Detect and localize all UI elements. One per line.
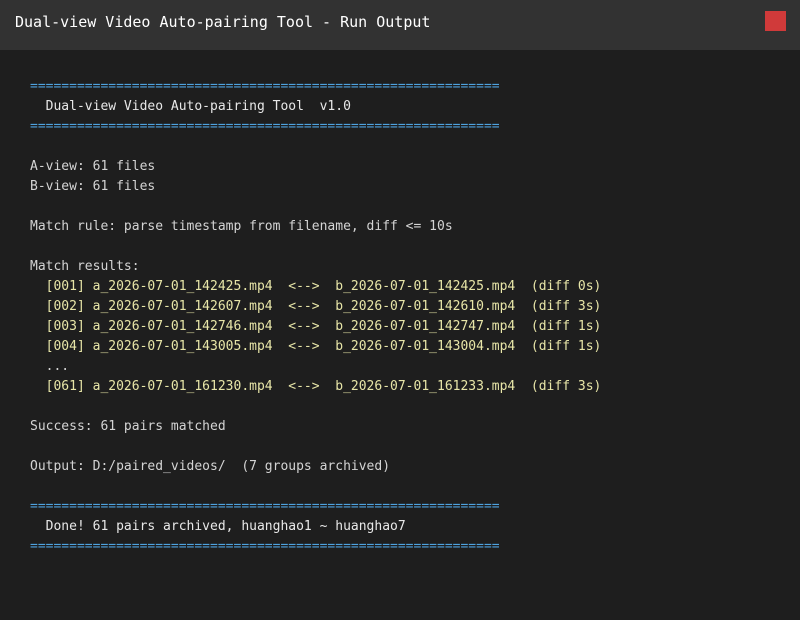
pair-line: [001] a_2026-07-01_142425.mp4 <--> b_202…	[30, 279, 602, 294]
b-view-count: B-view: 61 files	[30, 179, 156, 194]
separator-line: ========================================…	[30, 539, 500, 554]
output-path: Output: D:/paired_videos/ (7 groups arch…	[30, 459, 391, 474]
separator-line: ========================================…	[30, 119, 500, 134]
run-output-window: Dual-view Video Auto-pairing Tool - Run …	[0, 0, 800, 620]
terminal-output: ========================================…	[30, 77, 790, 557]
header-title: Dual-view Video Auto-pairing Tool v1.0	[30, 99, 351, 114]
success-message: Success: 61 pairs matched	[30, 419, 226, 434]
pair-line: [003] a_2026-07-01_142746.mp4 <--> b_202…	[30, 319, 602, 334]
close-icon[interactable]	[765, 11, 786, 31]
match-rule: Match rule: parse timestamp from filenam…	[30, 219, 453, 234]
separator-line: ========================================…	[30, 499, 500, 514]
results-heading: Match results:	[30, 259, 140, 274]
title-bar: Dual-view Video Auto-pairing Tool - Run …	[0, 0, 800, 50]
a-view-count: A-view: 61 files	[30, 159, 156, 174]
ellipsis-line: ...	[30, 359, 70, 374]
window-title: Dual-view Video Auto-pairing Tool - Run …	[15, 13, 431, 31]
done-message: Done! 61 pairs archived, huanghao1 ~ hua…	[30, 519, 406, 534]
pair-line: [061] a_2026-07-01_161230.mp4 <--> b_202…	[30, 379, 602, 394]
pair-line: [004] a_2026-07-01_143005.mp4 <--> b_202…	[30, 339, 602, 354]
separator-line: ========================================…	[30, 79, 500, 94]
pair-line: [002] a_2026-07-01_142607.mp4 <--> b_202…	[30, 299, 602, 314]
